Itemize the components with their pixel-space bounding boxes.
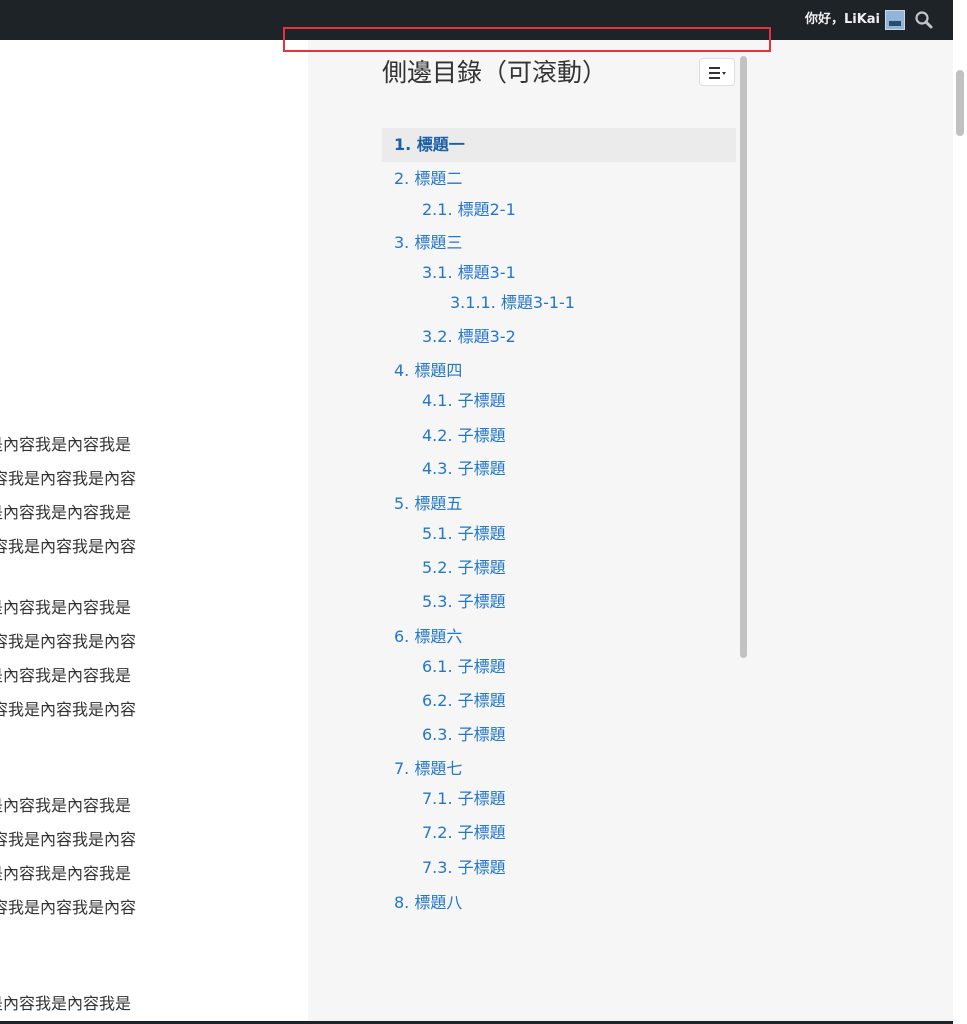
- toc-item[interactable]: 7.2. 子標題: [382, 816, 736, 850]
- toc-item[interactable]: 4.1. 子標題: [382, 384, 736, 418]
- paragraph-line: 容我是內容我是內容: [0, 830, 137, 849]
- toc-item[interactable]: 6.2. 子標題: [382, 684, 736, 718]
- toc-item[interactable]: 6.1. 子標題: [382, 650, 736, 684]
- toc-item[interactable]: 3.1.1. 標題3-1-1: [382, 286, 736, 320]
- toc-item[interactable]: 7. 標題七: [382, 752, 736, 786]
- sidebar: 側邊目錄（可滾動） 1. 標題一 2. 標題二 2.1. 標題2-1 3. 標題…: [308, 40, 953, 1024]
- paragraph-line: 是內容我是內容我是: [0, 666, 132, 685]
- toc-item[interactable]: 6. 標題六: [382, 620, 736, 654]
- toc-item[interactable]: 5. 標題五: [382, 487, 736, 521]
- page-scrollbar[interactable]: [953, 0, 967, 1024]
- toc-item[interactable]: 3.1. 標題3-1: [382, 256, 736, 290]
- toc-item[interactable]: 4. 標題四: [382, 354, 736, 388]
- article-content: 是內容我是內容我是 容我是內容我是內容 是內容我是內容我是 容我是內容我是內容 …: [0, 40, 308, 1024]
- paragraph-line: 是內容我是內容我是: [0, 994, 132, 1013]
- paragraph-line: 是內容我是內容我是: [0, 503, 132, 522]
- paragraph-line: 容我是內容我是內容: [0, 537, 137, 556]
- paragraph-line: 容我是內容我是內容: [0, 700, 137, 719]
- toc-item[interactable]: 5.1. 子標題: [382, 517, 736, 551]
- search-icon[interactable]: [912, 8, 936, 32]
- toc-item[interactable]: 3. 標題三: [382, 226, 736, 260]
- user-avatar-icon[interactable]: [885, 10, 905, 30]
- toc-item[interactable]: 5.3. 子標題: [382, 585, 736, 619]
- toc-item[interactable]: 3.2. 標題3-2: [382, 320, 736, 354]
- toc-item[interactable]: 5.2. 子標題: [382, 551, 736, 585]
- paragraph-line: 容我是內容我是內容: [0, 469, 137, 488]
- content-paragraph: 是內容我是內容我是: [0, 987, 308, 1021]
- toc-item[interactable]: 7.1. 子標題: [382, 782, 736, 816]
- paragraph-line: 是內容我是內容我是: [0, 598, 132, 617]
- admin-bar: 你好，LiKai: [0, 0, 953, 40]
- toc-item[interactable]: 1. 標題一: [382, 128, 736, 162]
- paragraph-line: 是內容我是內容我是: [0, 435, 132, 454]
- toc-scrollbar[interactable]: [740, 56, 747, 658]
- toc-item[interactable]: 4.2. 子標題: [382, 419, 736, 453]
- page-scroll-thumb[interactable]: [956, 70, 964, 136]
- toc-item[interactable]: 2. 標題二: [382, 162, 736, 196]
- user-greeting[interactable]: 你好，LiKai: [805, 11, 880, 29]
- toc-item[interactable]: 2.1. 標題2-1: [382, 193, 736, 227]
- toc-list: 1. 標題一 2. 標題二 2.1. 標題2-1 3. 標題三 3.1. 標題3…: [382, 40, 736, 924]
- toc-item[interactable]: 8. 標題八: [382, 886, 736, 920]
- toc-item[interactable]: 4.3. 子標題: [382, 452, 736, 486]
- content-paragraph: 是內容我是內容我是 容我是內容我是內容 是內容我是內容我是 容我是內容我是內容: [0, 789, 308, 925]
- toc-item[interactable]: 7.3. 子標題: [382, 851, 736, 885]
- paragraph-line: 容我是內容我是內容: [0, 632, 137, 651]
- content-paragraph: 是內容我是內容我是 容我是內容我是內容 是內容我是內容我是 容我是內容我是內容: [0, 428, 308, 564]
- paragraph-line: 是內容我是內容我是: [0, 864, 132, 883]
- paragraph-line: 容我是內容我是內容: [0, 898, 137, 917]
- paragraph-line: 是內容我是內容我是: [0, 796, 132, 815]
- toc-item[interactable]: 6.3. 子標題: [382, 718, 736, 752]
- content-paragraph: 是內容我是內容我是 容我是內容我是內容 是內容我是內容我是 容我是內容我是內容: [0, 591, 308, 727]
